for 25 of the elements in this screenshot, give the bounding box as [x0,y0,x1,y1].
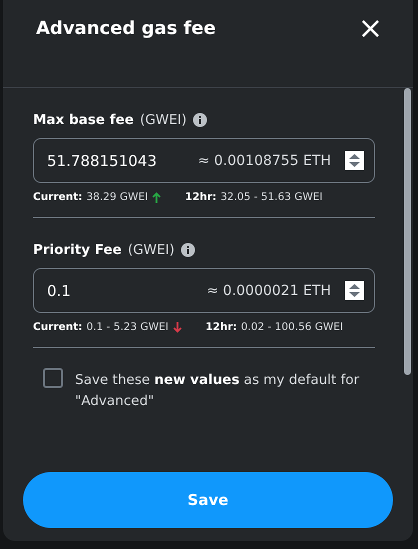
current-label: Current: [33,191,82,203]
range-label: 12hr: [185,191,216,203]
scrollbar[interactable] [404,88,411,375]
stepper-icon[interactable] [345,151,364,170]
stepper-icon[interactable] [345,281,364,300]
unit-label: (GWEI) [128,242,175,258]
current-value: 0.1 - 5.23 GWEI [86,321,168,333]
range-value: 32.05 - 51.63 GWEI [220,191,323,203]
unit-label: (GWEI) [140,112,187,128]
info-icon[interactable] [180,243,195,257]
current-value: 38.29 GWEI [86,191,148,203]
field-label: Priority Fee [33,242,122,258]
eth-conversion: ≈ 0.0000021 ETH [206,282,331,298]
info-icon[interactable] [192,113,207,127]
fee-input-field[interactable]: 51.788151043 [47,152,198,170]
dialog-title: Advanced gas fee [36,18,216,39]
fee-input-field[interactable]: 0.1 [47,282,207,300]
range-value: 0.02 - 100.56 GWEI [240,321,344,333]
range-label: 12hr: [206,321,237,333]
eth-conversion: ≈ 0.00108755 ETH [198,152,331,168]
checkbox[interactable] [43,368,63,388]
current-label: Current: [33,321,82,333]
close-button[interactable]: × [358,14,383,44]
field-label: Max base fee [33,112,134,128]
default-option-text: Save these new values as my default for "Advanced" [75,371,360,411]
